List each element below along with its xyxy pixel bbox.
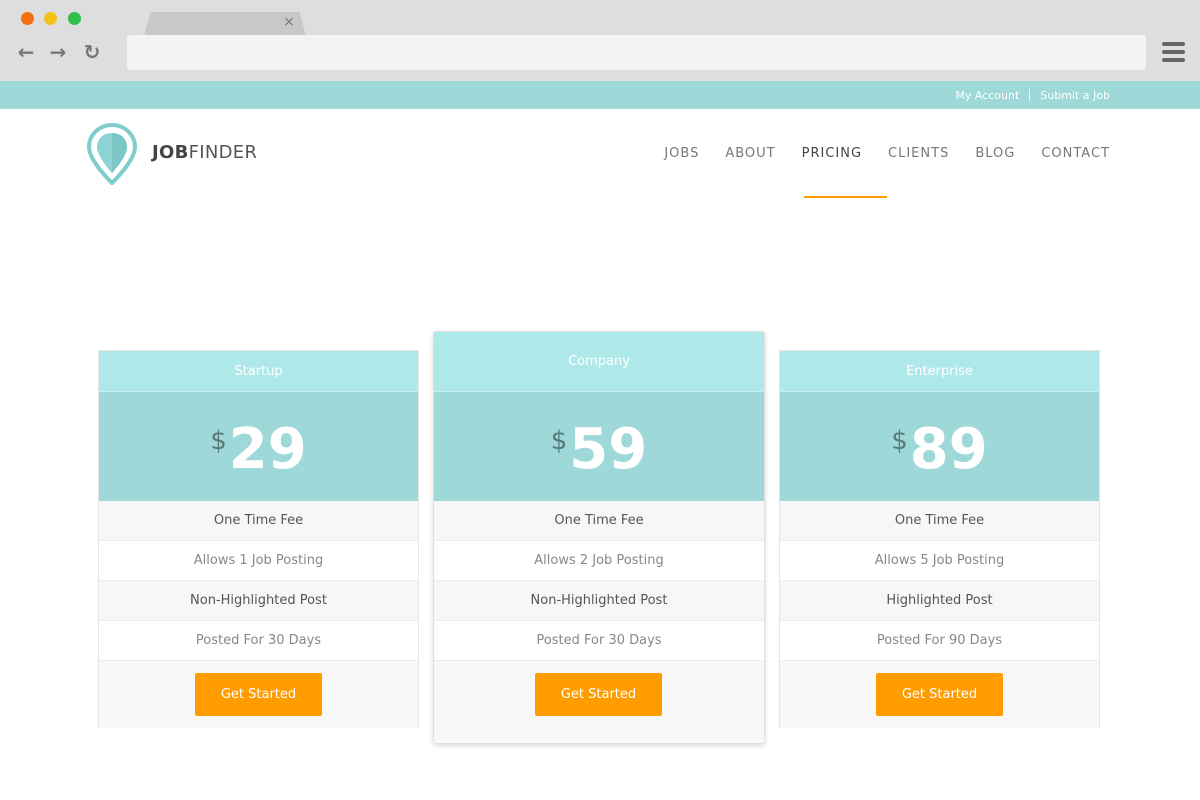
submit-job-link[interactable]: Submit a Job (1040, 89, 1110, 102)
my-account-link[interactable]: My Account (955, 89, 1019, 102)
pricing-card-startup: Startup $ 29 One Time Fee Allows 1 Job P… (98, 350, 419, 728)
feature-duration: Posted For 30 Days (99, 621, 418, 661)
brand-name[interactable]: JOBFINDER (152, 142, 257, 163)
feature-postings: Allows 1 Job Posting (99, 541, 418, 581)
feature-fee: One Time Fee (434, 501, 764, 541)
feature-fee: One Time Fee (780, 501, 1099, 541)
nav-about[interactable]: ABOUT (725, 146, 775, 161)
main-nav: JOBS ABOUT PRICING CLIENTS BLOG CONTACT (638, 146, 1110, 161)
pricing-card-enterprise: Enterprise $ 89 One Time Fee Allows 5 Jo… (779, 350, 1100, 728)
get-started-button[interactable]: Get Started (535, 673, 662, 716)
feature-postings: Allows 2 Job Posting (434, 541, 764, 581)
feature-duration: Posted For 30 Days (434, 621, 764, 661)
get-started-button[interactable]: Get Started (876, 673, 1003, 716)
card-footer: Get Started (780, 661, 1099, 728)
feature-highlight: Non-Highlighted Post (99, 581, 418, 621)
plan-price: $ 89 (780, 392, 1099, 501)
plan-price: $ 29 (99, 392, 418, 501)
forward-arrow-icon[interactable]: → (46, 40, 70, 64)
price-amount: 59 (569, 417, 648, 482)
feature-highlight: Highlighted Post (780, 581, 1099, 621)
map-pin-logo-icon[interactable] (87, 123, 137, 185)
nav-clients[interactable]: CLIENTS (888, 146, 949, 161)
plan-name: Startup (99, 351, 418, 392)
feature-duration: Posted For 90 Days (780, 621, 1099, 661)
nav-jobs[interactable]: JOBS (664, 146, 699, 161)
plan-name: Company (434, 332, 764, 392)
plan-name: Enterprise (780, 351, 1099, 392)
minimize-window-button[interactable] (44, 12, 57, 25)
back-arrow-icon[interactable]: ← (14, 40, 38, 64)
get-started-button[interactable]: Get Started (195, 673, 322, 716)
card-footer: Get Started (434, 661, 764, 743)
nav-contact[interactable]: CONTACT (1041, 146, 1110, 161)
close-window-button[interactable] (21, 12, 34, 25)
top-bar: My Account Submit a Job (0, 81, 1200, 109)
currency-symbol: $ (891, 426, 908, 456)
currency-symbol: $ (550, 426, 568, 456)
divider (1029, 89, 1031, 101)
plan-price: $ 59 (434, 392, 764, 501)
feature-postings: Allows 5 Job Posting (780, 541, 1099, 581)
feature-highlight: Non-Highlighted Post (434, 581, 764, 621)
address-bar[interactable] (127, 35, 1146, 70)
price-amount: 29 (228, 417, 307, 482)
nav-blog[interactable]: BLOG (975, 146, 1015, 161)
active-nav-indicator (804, 196, 887, 198)
price-amount: 89 (909, 417, 988, 482)
pricing-card-company: Company $ 59 One Time Fee Allows 2 Job P… (433, 331, 765, 744)
card-footer: Get Started (99, 661, 418, 728)
nav-pricing[interactable]: PRICING (802, 146, 862, 161)
feature-fee: One Time Fee (99, 501, 418, 541)
hamburger-menu-icon[interactable] (1162, 42, 1185, 62)
reload-icon[interactable]: ↻ (80, 40, 104, 64)
currency-symbol: $ (210, 426, 227, 456)
top-links: My Account Submit a Job (955, 81, 1110, 109)
tab-close-icon[interactable]: × (282, 13, 296, 31)
browser-chrome: × ← → ↻ (0, 0, 1200, 81)
maximize-window-button[interactable] (68, 12, 81, 25)
